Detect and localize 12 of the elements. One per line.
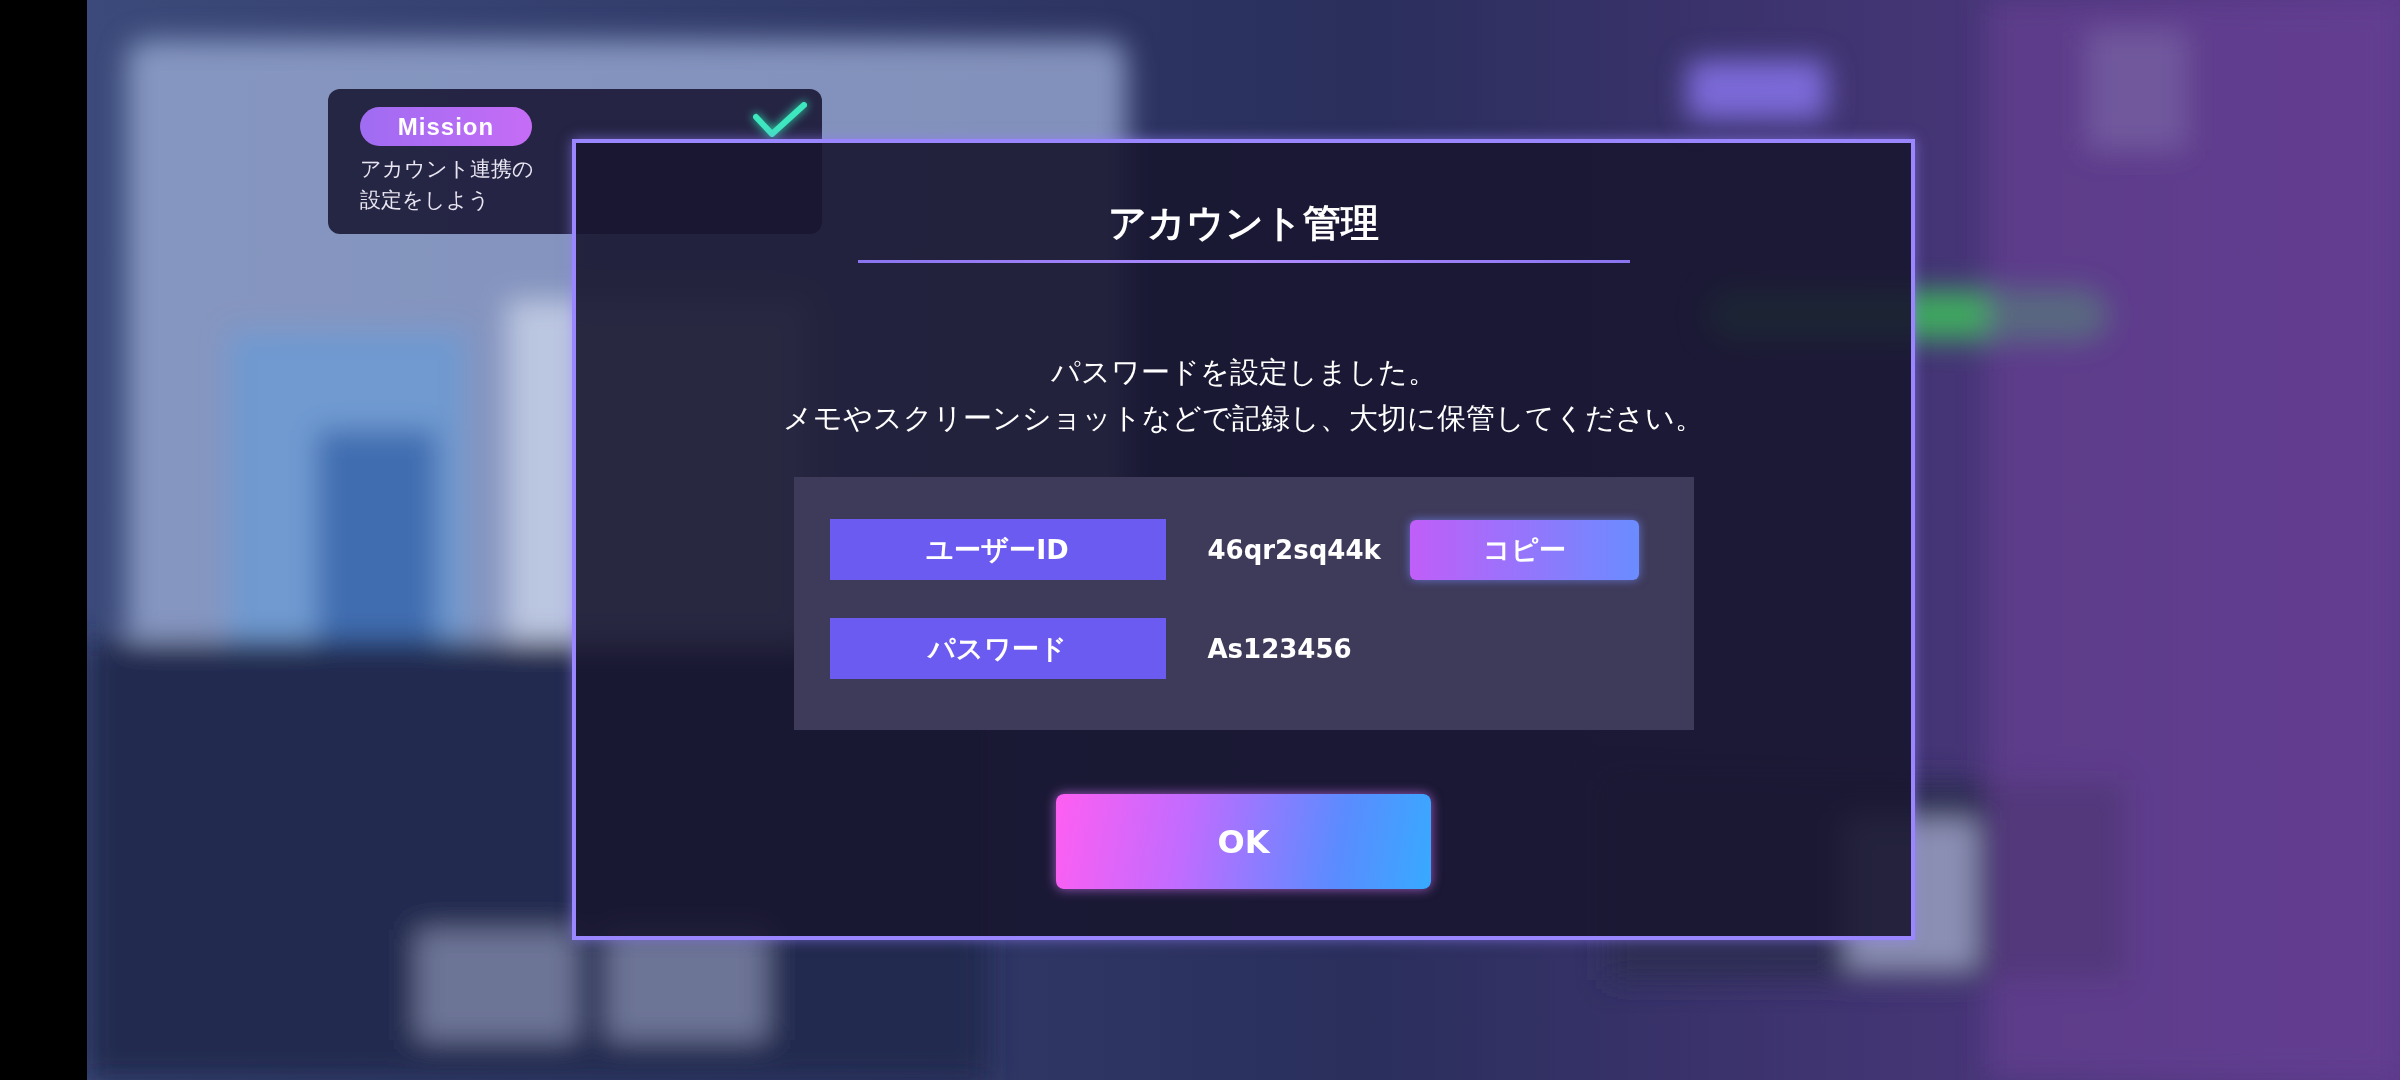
dialog-message: メモやスクリーンショットなどで記録し、大切に保管してください。	[783, 400, 1704, 437]
field-value: 46qr2sq44k	[1207, 534, 1382, 565]
field-value: As123456	[1207, 633, 1353, 664]
field-label: ユーザーID	[829, 519, 1166, 580]
dialog-message: パスワードを設定しました。	[1050, 354, 1437, 391]
mission-text: 設定をしよう	[360, 187, 491, 214]
mission-text: アカウント連携の	[360, 156, 535, 183]
dialog-title: アカウント管理	[1108, 200, 1379, 247]
mission-label: Mission	[360, 107, 532, 146]
copy-button[interactable]: コピー	[1409, 519, 1639, 580]
ok-button[interactable]: OK	[1056, 794, 1431, 889]
field-label: パスワード	[829, 618, 1166, 679]
